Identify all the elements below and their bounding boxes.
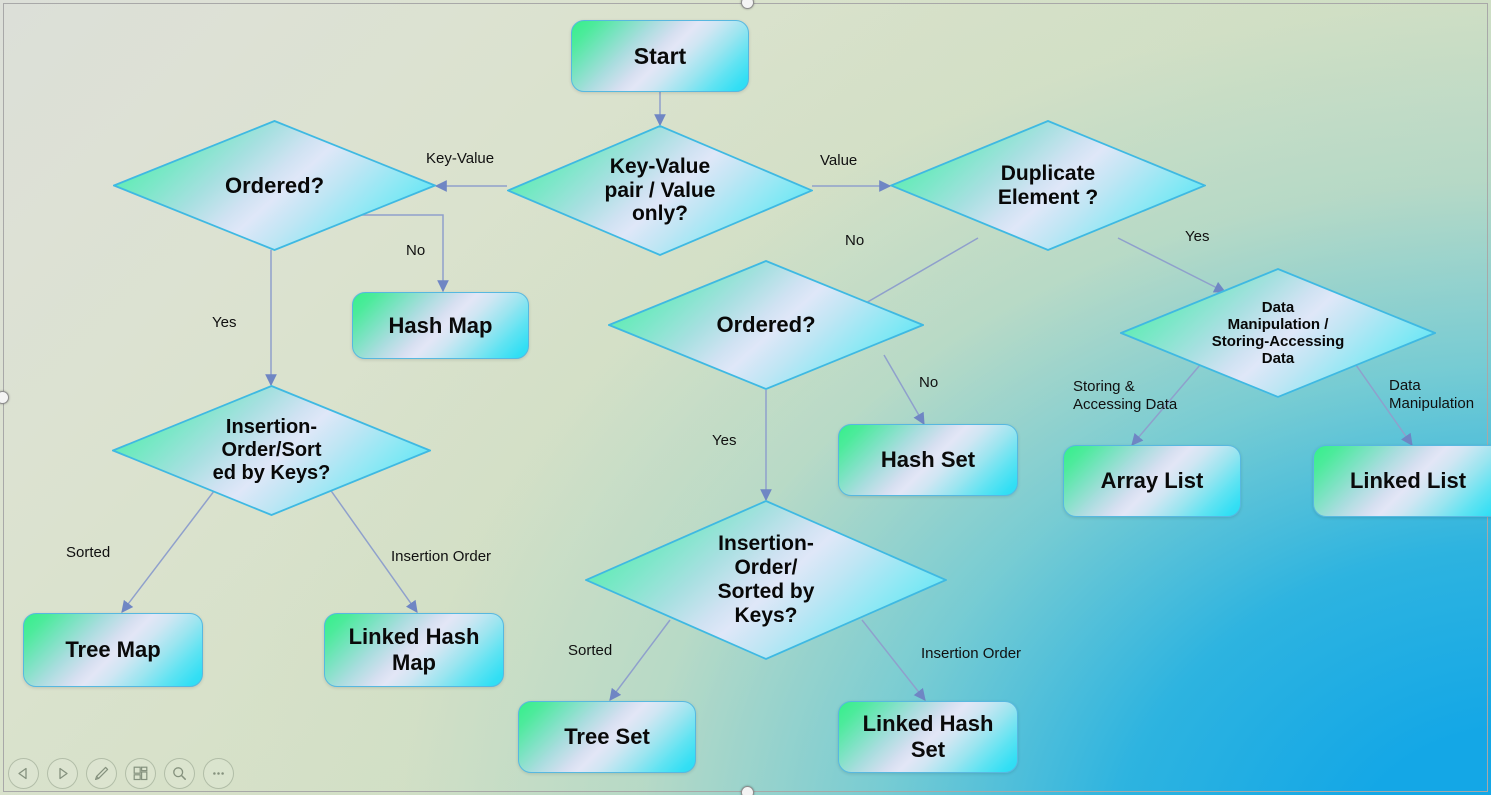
node-hash-set[interactable]: Hash Set <box>838 424 1018 496</box>
triangle-left-icon <box>18 767 27 780</box>
node-linked-list[interactable]: Linked List <box>1313 445 1491 517</box>
zoom-button[interactable] <box>164 758 195 789</box>
edge-label-left-yes: Yes <box>212 314 237 331</box>
resize-handle-left[interactable] <box>0 391 9 404</box>
slide-canvas[interactable]: Key-Value Value No Yes Sorted Insertion … <box>0 0 1491 795</box>
node-hash-map[interactable]: Hash Map <box>352 292 529 359</box>
resize-handle-bottom[interactable] <box>741 786 754 795</box>
magnifier-icon <box>173 767 186 780</box>
triangle-right-icon <box>59 767 68 780</box>
pen-icon <box>94 766 109 781</box>
edge-label-value: Value <box>820 152 858 169</box>
pen-tool-button[interactable] <box>86 758 117 789</box>
node-tree-map[interactable]: Tree Map <box>23 613 203 687</box>
more-options-button[interactable] <box>203 758 234 789</box>
node-start[interactable]: Start <box>571 20 749 92</box>
layout-grid-icon <box>133 766 148 781</box>
node-insertion-order-mid-decision[interactable]: Insertion- Order/ Sorted by Keys? <box>585 500 947 660</box>
node-tree-set[interactable]: Tree Set <box>518 701 696 773</box>
edge-label-key-value: Key-Value <box>426 150 495 167</box>
edge-label-left-sorted: Sorted <box>66 544 111 561</box>
resize-handle-top[interactable] <box>741 0 754 9</box>
node-duplicate-element-decision[interactable]: Duplicate Element ? <box>890 120 1206 251</box>
edge-label-mid-yes: Yes <box>712 432 737 449</box>
ellipsis-icon <box>213 772 224 775</box>
node-key-value-decision[interactable]: Key-Value pair / Value only? <box>507 125 813 256</box>
node-data-manipulation-decision[interactable]: Data Manipulation / Storing-Accessing Da… <box>1120 268 1436 398</box>
node-linked-hash-map[interactable]: Linked Hash Map <box>324 613 504 687</box>
edge-label-left-insertion-order: Insertion Order <box>391 548 492 565</box>
layout-button[interactable] <box>125 758 156 789</box>
next-slide-button[interactable] <box>47 758 78 789</box>
edge-label-duplicate-no: No <box>845 232 865 249</box>
node-array-list[interactable]: Array List <box>1063 445 1241 517</box>
previous-slide-button[interactable] <box>8 758 39 789</box>
node-ordered-left-decision[interactable]: Ordered? <box>113 120 436 251</box>
node-ordered-mid-decision[interactable]: Ordered? <box>608 260 924 390</box>
slideshow-toolbar <box>8 758 234 789</box>
node-insertion-order-left-decision[interactable]: Insertion- Order/Sort ed by Keys? <box>112 385 431 516</box>
node-linked-hash-set[interactable]: Linked Hash Set <box>838 701 1018 773</box>
